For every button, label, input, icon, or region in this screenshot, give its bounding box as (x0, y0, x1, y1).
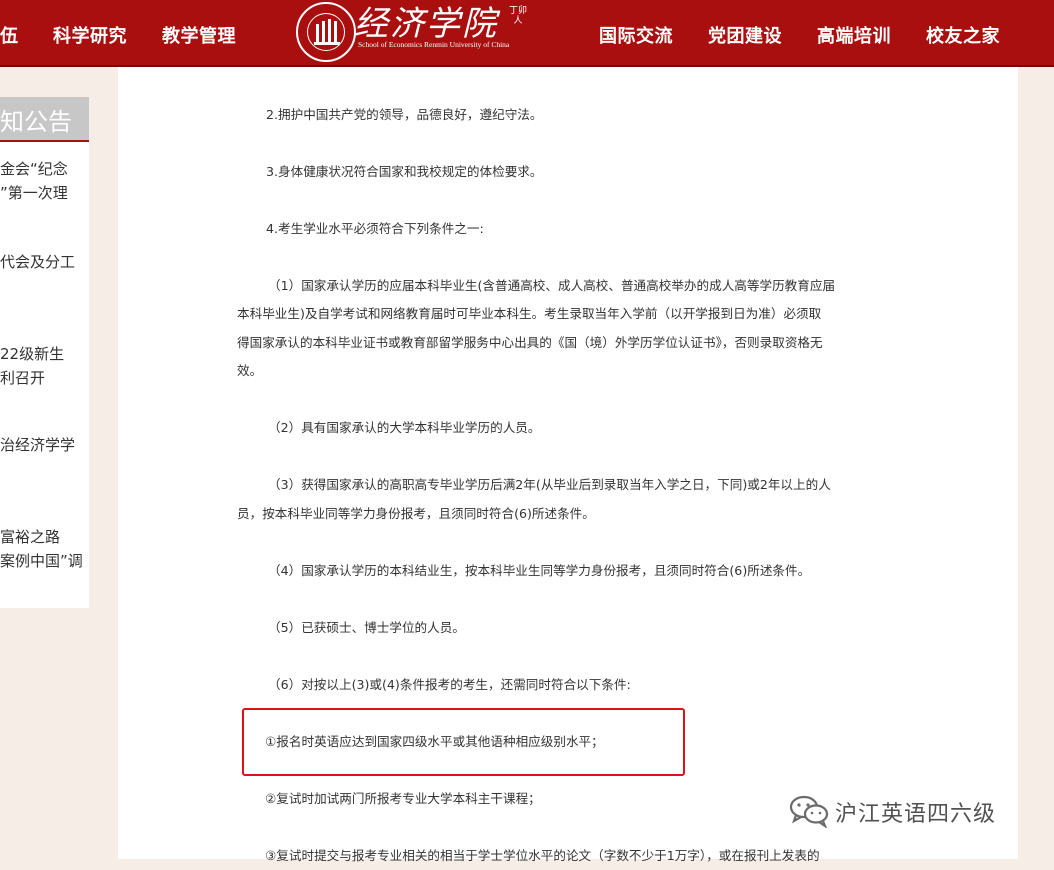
notice-item-5-line-2[interactable]: 案例中国”调 (0, 549, 83, 573)
logo-subtitle: School of Economics Renmin University of… (358, 40, 510, 49)
nav-item-training[interactable]: 高端培训 (817, 22, 891, 48)
notice-item-4-line-1[interactable]: 治经济学学 (0, 433, 75, 457)
sidebar-heading: 知公告 (0, 97, 89, 142)
nav-item-teaching[interactable]: 教学管理 (162, 22, 236, 48)
notice-item-3-line-2[interactable]: 利召开 (0, 366, 45, 390)
paragraph-line: 2.拥护中国共产党的领导，品德良好，遵纪守法。 (266, 107, 543, 122)
paragraph-sub-3: ③复试时提交与报考专业相关的相当于学士学位水平的论文（字数不少于1万字），或在报… (265, 848, 820, 863)
notice-item-3-line-1[interactable]: 22级新生 (0, 342, 64, 366)
header-bar: 伍 科学研究 教学管理 经济学院 School of Economics Ren… (0, 0, 1054, 67)
paragraph-condition-3-line-2: 员，按本科毕业同等学力身份报考，且须同时符合(6)所述条件。 (237, 506, 595, 521)
paragraph-condition-1-line-4: 效。 (237, 363, 263, 378)
paragraph-condition-6: （6）对按以上(3)或(4)条件报考的考生，还需同时符合以下条件: (268, 677, 631, 692)
notice-item-1-line-2[interactable]: ”第一次理 (0, 181, 68, 205)
paragraph-condition-1-line-1: （1）国家承认学历的应届本科毕业生(含普通高校、成人高校、普通高校举办的成人高等… (268, 278, 836, 293)
paragraph-requirement-3: 3.身体健康状况符合国家和我校规定的体检要求。 (266, 157, 928, 186)
paragraph-condition-5: （5）已获硕士、博士学位的人员。 (268, 620, 465, 635)
notice-item-1-line-1[interactable]: 金会“纪念 (0, 157, 68, 181)
nav-item-research[interactable]: 科学研究 (53, 22, 127, 48)
sidebar-heading-label: 知公告 (0, 108, 72, 136)
paragraph-line: 3.身体健康状况符合国家和我校规定的体检要求。 (266, 164, 543, 179)
paragraph-requirement-2: 2.拥护中国共产党的领导，品德良好，遵纪守法。 (266, 100, 928, 129)
paragraph-line: 4.考生学业水平必须符合下列条件之一: (266, 221, 484, 236)
school-logo[interactable]: 经济学院 School of Economics Renmin Universi… (294, 0, 534, 66)
paragraph-condition-2: （2）具有国家承认的大学本科毕业学历的人员。 (268, 420, 541, 435)
paragraph-requirement-4: 4.考生学业水平必须符合下列条件之一: (266, 214, 928, 243)
nav-item-party[interactable]: 党团建设 (708, 22, 782, 48)
wechat-icon (789, 795, 829, 828)
nav-item-international[interactable]: 国际交流 (599, 22, 673, 48)
watermark-text: 沪江英语四六级 (835, 802, 997, 827)
paragraph-condition-3-line-1: （3）获得国家承认的高职高专毕业学历后满2年(从毕业后到录取当年入学之日，下同)… (268, 477, 831, 492)
nav-item-alumni[interactable]: 校友之家 (926, 22, 1000, 48)
logo-emblem-icon (296, 2, 356, 62)
logo-title: 经济学院 (354, 4, 498, 44)
notice-item-2-line-1[interactable]: 代会及分工 (0, 250, 75, 274)
paragraph-condition-4: （4）国家承认学历的本科结业生，按本科毕业生同等学力身份报考，且须同时符合(6)… (268, 563, 811, 578)
nav-item-partial[interactable]: 伍 (0, 22, 19, 48)
logo-seal: 丁卯人 (508, 6, 527, 26)
paragraph-sub-1: ①报名时英语应达到国家四级水平或其他语种相应级别水平； (265, 734, 604, 749)
paragraph-condition-1-line-3: 得国家承认的本科毕业证书或教育部留学服务中心出具的《国（境）外学历学位认证书》，… (237, 335, 823, 350)
paragraph-condition-1-line-2: 本科毕业生)及自学考试和网络教育届时可毕业本科生。考生录取当年入学前（以开学报到… (237, 306, 822, 321)
notice-item-5-line-1[interactable]: 富裕之路 (0, 525, 60, 549)
